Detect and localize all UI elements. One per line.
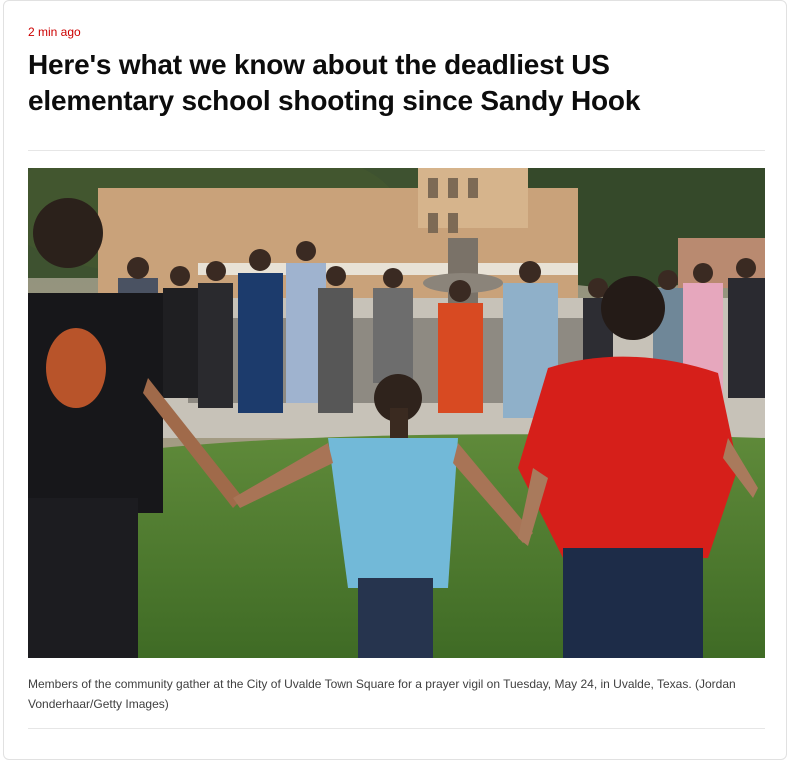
post-timestamp: 2 min ago xyxy=(28,25,81,39)
photo-caption: Members of the community gather at the C… xyxy=(28,677,736,711)
divider xyxy=(28,150,765,151)
article-photo[interactable] xyxy=(28,168,765,658)
post-headline[interactable]: Here's what we know about the deadliest … xyxy=(28,47,748,119)
news-post-card: 2 min ago Here's what we know about the … xyxy=(3,0,787,760)
divider xyxy=(28,728,765,729)
